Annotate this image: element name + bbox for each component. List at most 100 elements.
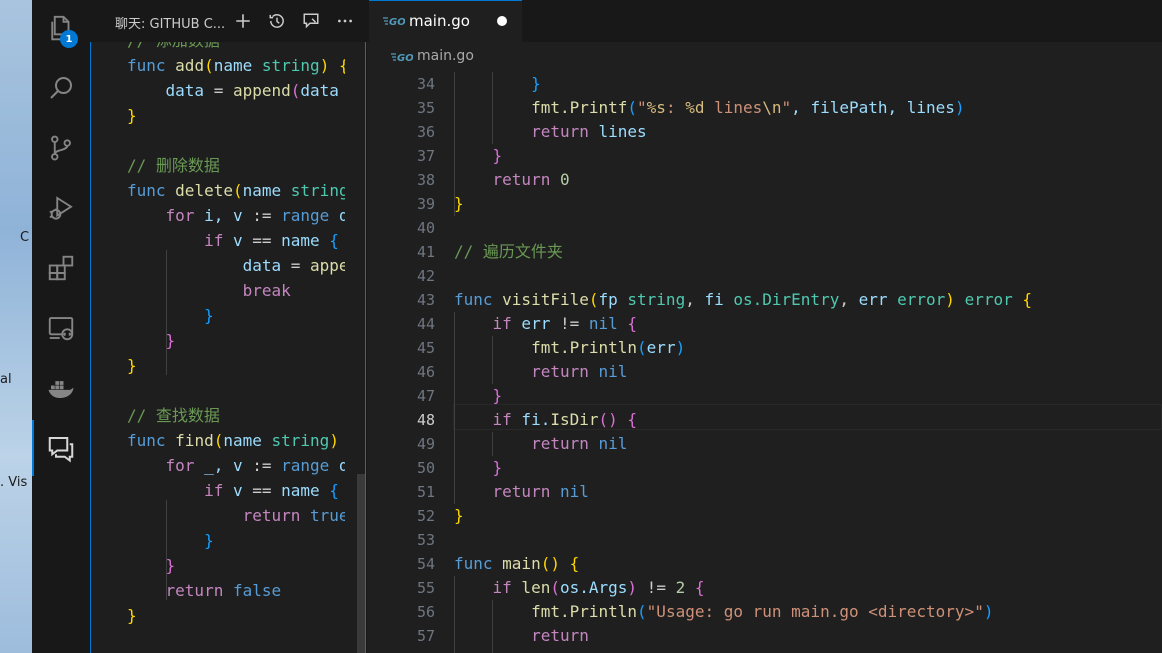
code-line: func main() {	[454, 554, 580, 573]
chat-code-lines: // 添加数据 func add(name string) { data = a…	[127, 42, 345, 628]
chat-scrollbar[interactable]	[357, 474, 365, 653]
code-line: return lines	[531, 122, 647, 141]
line-number: 58	[367, 648, 435, 653]
desktop-text: al	[0, 372, 12, 387]
chat-button[interactable]	[32, 420, 89, 476]
code-line: }	[454, 194, 464, 213]
code-line: // 删除数据	[127, 156, 220, 175]
code-line: func find(name string)	[127, 431, 339, 450]
code-line: for _, v := range d	[165, 456, 345, 475]
code-line: // 查找数据	[127, 406, 220, 425]
remote-explorer-button[interactable]	[32, 300, 89, 356]
svg-text:GO: GO	[397, 53, 413, 63]
code-line: }	[492, 386, 503, 405]
remote-explorer-icon	[48, 317, 73, 341]
code-line: if err != nil {	[492, 314, 638, 333]
code-line: fmt.Println(err)	[531, 338, 686, 357]
code-line: }	[127, 356, 137, 375]
run-debug-button[interactable]	[32, 180, 89, 236]
search-button[interactable]	[32, 60, 89, 116]
tab-main-go[interactable]: GO main.go	[369, 0, 522, 42]
code-line: }	[454, 648, 1154, 653]
unsaved-dot-icon[interactable]	[497, 16, 507, 26]
chat-actions	[229, 8, 359, 34]
code-line: }	[127, 106, 137, 125]
line-number: 49	[416, 435, 435, 453]
line-number: 45	[416, 339, 435, 357]
code-line: }	[492, 458, 503, 477]
search-icon	[49, 77, 72, 99]
chat-icon	[48, 437, 73, 463]
breadcrumb: GO main.go	[367, 42, 1162, 72]
code-line: if v == name {	[204, 231, 339, 250]
line-number: 55	[416, 579, 435, 597]
code-line: func delete(name string	[127, 181, 345, 200]
code-line: // 遍历文件夹	[454, 242, 563, 261]
code-line: fmt.Printf("%s: %d lines\n", filePath, l…	[531, 98, 965, 117]
line-number: 43	[416, 291, 435, 309]
source-control-icon	[50, 135, 71, 161]
run-debug-icon	[49, 196, 73, 220]
code-line: }	[165, 331, 176, 350]
code-line: }	[204, 531, 214, 550]
editor-area: GO main.go GO main.go 34 35 36 37 38 39 40 41 42…	[367, 0, 1162, 653]
more-icon	[338, 19, 352, 23]
go-file-icon: GO	[383, 17, 405, 27]
code-line: }	[454, 506, 464, 525]
code-line: break	[242, 281, 291, 300]
line-number: 47	[416, 387, 435, 405]
chat-editor-button[interactable]	[297, 8, 325, 34]
history-button[interactable]	[263, 8, 291, 34]
code-line: data = append(data	[165, 81, 339, 100]
line-number: 57	[416, 627, 435, 645]
line-number: 38	[416, 171, 435, 189]
code-line: if len(os.Args) != 2 {	[492, 578, 705, 597]
tab-bar: GO main.go	[367, 0, 1162, 42]
line-number: 48	[416, 411, 435, 429]
desktop-text: . Vis	[0, 475, 28, 490]
code-line: }	[127, 606, 137, 625]
line-number: 52	[416, 507, 435, 525]
desktop-text: C	[20, 230, 30, 245]
code-line: data = appe	[242, 256, 345, 275]
chat-code-block[interactable]: // 添加数据 func add(name string) { data = a…	[90, 42, 366, 653]
code-line: }	[531, 74, 541, 93]
explorer-badge: 1	[60, 30, 78, 48]
line-number-gutter: 34 35 36 37 38 39 40 41 42 43 44 45 46 47 48 49 50 51 52 53…	[367, 72, 435, 653]
code-line: return nil	[531, 362, 628, 381]
line-number: 37	[416, 147, 435, 165]
code-line: }	[204, 306, 214, 325]
code-line: func visitFile(fp string, fi os.DirEntry…	[454, 290, 1033, 309]
chat-header: 聊天: GITHUB C...	[89, 0, 367, 42]
line-number: 42	[416, 267, 435, 285]
code-line: if fi.IsDir() {	[492, 410, 638, 429]
line-number: 56	[416, 603, 435, 621]
chat-title: 聊天: GITHUB C...	[115, 17, 225, 32]
more-actions-button[interactable]	[331, 8, 359, 34]
line-number: 36	[416, 123, 435, 141]
line-number: 40	[416, 219, 435, 237]
docker-button[interactable]	[32, 360, 89, 416]
extensions-button[interactable]	[32, 240, 89, 296]
extensions-icon	[48, 255, 73, 281]
desktop-background: C al . Vis	[0, 0, 32, 653]
activity-bar: 1	[32, 0, 89, 653]
code-line: return nil	[531, 434, 628, 453]
code-line: return nil	[492, 482, 589, 501]
code-editor[interactable]: } fmt.Printf("%s: %d lines\n", filePath,…	[454, 72, 1154, 653]
add-icon	[236, 14, 250, 28]
code-line: }	[492, 146, 503, 165]
code-line: fmt.Println("Usage: go run main.go <dire…	[531, 602, 994, 621]
code-line: if v == name {	[204, 481, 339, 500]
breadcrumb-item[interactable]: main.go	[417, 48, 474, 64]
explorer-button[interactable]: 1	[32, 0, 89, 56]
code-line: return true	[242, 506, 345, 525]
code-line: func add(name string) {	[127, 56, 345, 75]
new-chat-button[interactable]	[229, 8, 257, 34]
source-control-button[interactable]	[32, 120, 89, 176]
chat-panel: 聊天: GITHUB C... // 添加数据 func add(name st…	[89, 0, 367, 653]
code-line: for i, v := range d	[165, 206, 345, 225]
go-file-icon: GO	[391, 53, 413, 63]
